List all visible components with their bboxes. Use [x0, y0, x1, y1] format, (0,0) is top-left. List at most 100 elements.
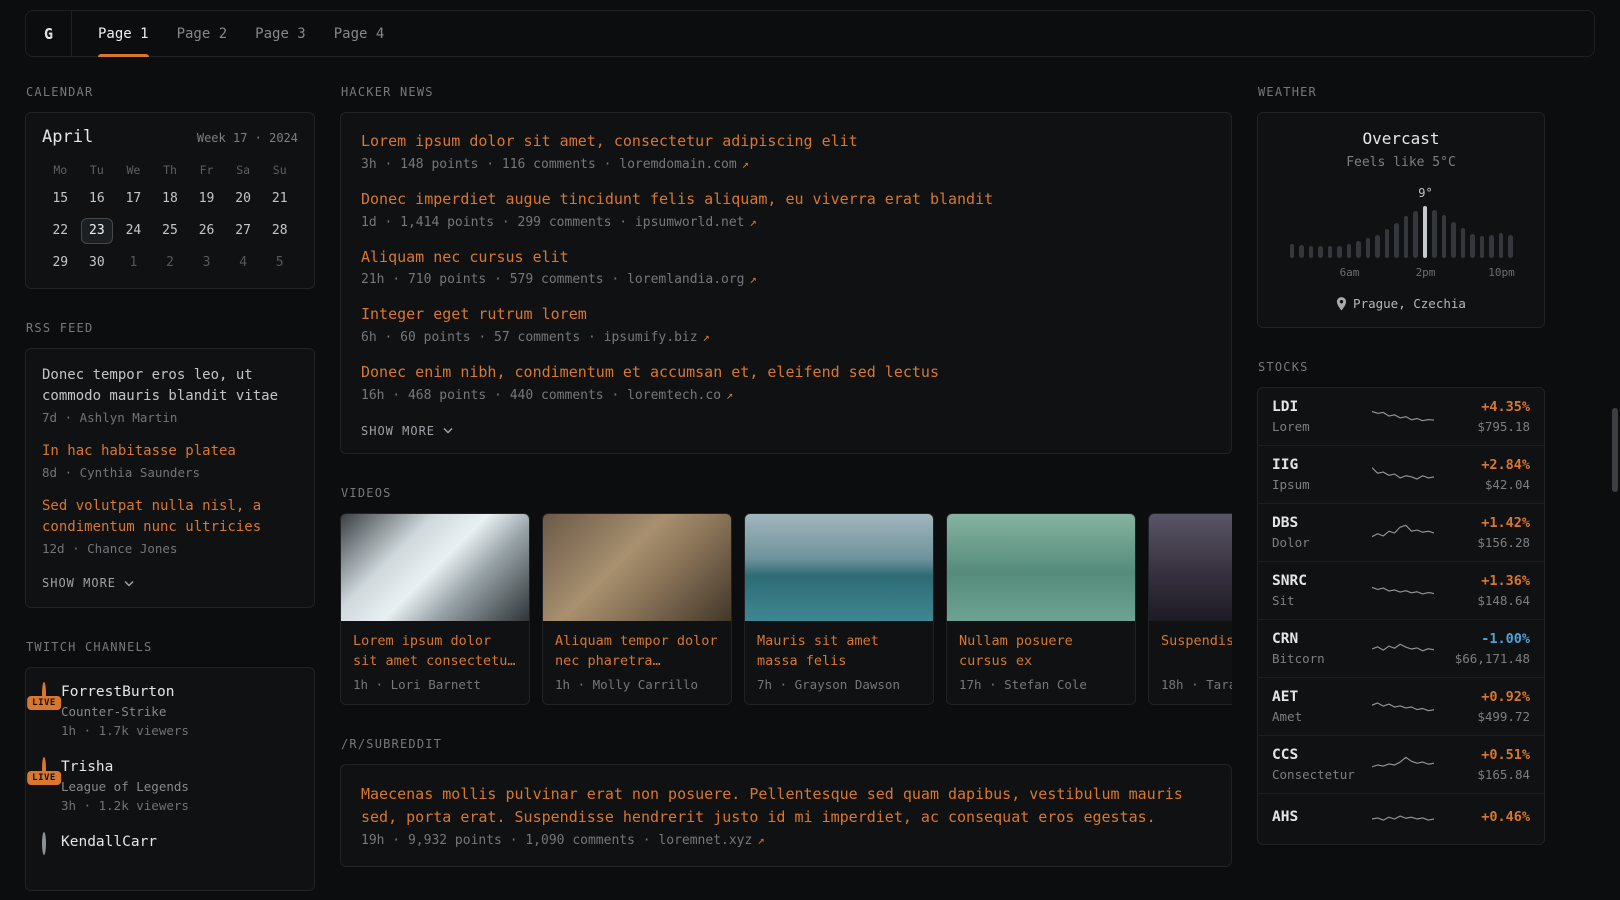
twitch-channel-row[interactable]: LIVE Trisha League of Legends 3h · 1.2k … — [42, 759, 298, 813]
twitch-channel-row[interactable]: LIVE ForrestBurton Counter-Strike 1h · 1… — [42, 684, 298, 738]
channel-meta: 1h · 1.7k viewers — [61, 723, 189, 738]
rss-item-title[interactable]: Donec tempor eros leo, ut commodo mauris… — [42, 365, 298, 407]
stock-row[interactable]: CCS Consectetur +0.51% $165.84 — [1258, 735, 1544, 793]
hn-item-title[interactable]: Aliquam nec cursus elit — [361, 247, 1211, 269]
subreddit-post-meta: 19h · 9,932 points · 1,090 comments · lo… — [361, 833, 1211, 848]
video-card[interactable]: Lorem ipsum dolor sit amet consectetu… 1… — [340, 513, 530, 705]
video-thumbnail[interactable] — [745, 514, 933, 621]
calendar-date: 19 — [188, 186, 225, 212]
external-link-icon[interactable]: ↗ — [742, 157, 749, 171]
stock-values: +0.51% $165.84 — [1442, 747, 1530, 782]
calendar-date: 17 — [115, 186, 152, 212]
calendar-date-today: 23 — [81, 218, 113, 244]
calendar-date: 28 — [261, 218, 298, 244]
hn-item-title[interactable]: Donec enim nibh, condimentum et accumsan… — [361, 362, 1211, 384]
hn-item-meta-text: 3h · 148 points · 116 comments · loremdo… — [361, 157, 737, 172]
stock-row[interactable]: SNRC Sit +1.36% $148.64 — [1258, 561, 1544, 619]
channel-category: League of Legends — [61, 779, 189, 794]
stock-change: +1.42% — [1442, 515, 1530, 531]
stocks-widget: LDI Lorem +4.35% $795.18 IIG Ipsum +2.84… — [1257, 387, 1545, 845]
stock-row[interactable]: LDI Lorem +4.35% $795.18 — [1258, 388, 1544, 445]
stock-sparkline — [1372, 805, 1434, 833]
weather-bar — [1508, 235, 1513, 258]
rss-show-more-label: SHOW MORE — [42, 576, 116, 590]
stock-change: +2.84% — [1442, 457, 1530, 473]
tab-page-1[interactable]: Page 1 — [98, 11, 149, 56]
subreddit-widget: Maecenas mollis pulvinar erat non posuer… — [340, 764, 1232, 868]
video-card[interactable]: Nullam posuere cursus ex 17h · Stefan Co… — [946, 513, 1136, 705]
stock-change: -1.00% — [1442, 631, 1530, 647]
external-link-icon[interactable]: ↗ — [757, 833, 764, 847]
weather-time-label: 6am — [1340, 266, 1360, 279]
external-link-icon[interactable]: ↗ — [750, 272, 757, 286]
channel-name: KendallCarr — [61, 834, 157, 850]
stock-sparkline — [1372, 577, 1434, 605]
video-card[interactable]: Aliquam tempor dolor nec pharetra… 1h · … — [542, 513, 732, 705]
twitch-avatar-wrap: LIVE — [42, 684, 46, 703]
stock-price: $165.84 — [1442, 767, 1530, 782]
hn-item-meta: 1d · 1,414 points · 299 comments · ipsum… — [361, 215, 1211, 230]
stock-row[interactable]: IIG Ipsum +2.84% $42.04 — [1258, 445, 1544, 503]
video-card[interactable]: Suspendisse diam 18h · Tara — [1148, 513, 1232, 705]
stock-values: +4.35% $795.18 — [1442, 399, 1530, 434]
video-thumbnail[interactable] — [543, 514, 731, 621]
rss-item-meta: 8d · Cynthia Saunders — [42, 465, 298, 480]
video-card[interactable]: Mauris sit amet massa felis 7h · Grayson… — [744, 513, 934, 705]
weather-bar — [1442, 215, 1447, 258]
tab-page-3[interactable]: Page 3 — [255, 11, 306, 56]
tab-page-4[interactable]: Page 4 — [334, 11, 385, 56]
rss-item-title[interactable]: Sed volutpat nulla nisl, a condimentum n… — [42, 496, 298, 538]
video-meta: 17h · Stefan Cole — [947, 671, 1135, 704]
tab-page-2[interactable]: Page 2 — [177, 11, 228, 56]
live-badge: LIVE — [27, 696, 61, 710]
stock-ticker: LDI — [1272, 399, 1364, 415]
weather-bar — [1328, 246, 1333, 258]
scrollbar-thumb[interactable] — [1612, 408, 1618, 492]
calendar-date: 24 — [115, 218, 152, 244]
rss-item-meta: 12d · Chance Jones — [42, 541, 298, 556]
external-link-icon[interactable]: ↗ — [726, 388, 733, 402]
calendar-section-title: CALENDAR — [26, 85, 315, 99]
subreddit-post-title[interactable]: Maecenas mollis pulvinar erat non posuer… — [361, 783, 1211, 830]
subreddit-post-meta-text: 19h · 9,932 points · 1,090 comments · lo… — [361, 833, 752, 848]
twitch-channel-info: Trisha League of Legends 3h · 1.2k viewe… — [61, 759, 189, 813]
stock-row[interactable]: DBS Dolor +1.42% $156.28 — [1258, 503, 1544, 561]
hn-item-title[interactable]: Donec imperdiet augue tincidunt felis al… — [361, 189, 1211, 211]
stock-ticker: DBS — [1272, 515, 1364, 531]
hn-item-title[interactable]: Lorem ipsum dolor sit amet, consectetur … — [361, 131, 1211, 153]
video-title: Suspendisse diam — [1149, 621, 1232, 671]
external-link-icon[interactable]: ↗ — [703, 330, 710, 344]
calendar-day-label: Su — [261, 160, 298, 180]
video-thumbnail[interactable] — [341, 514, 529, 621]
video-title: Nullam posuere cursus ex — [947, 621, 1135, 671]
stock-row[interactable]: AHS +0.46% — [1258, 793, 1544, 844]
video-thumbnail[interactable] — [1149, 514, 1232, 621]
videos-section-title: VIDEOS — [341, 486, 1232, 500]
stock-values: -1.00% $66,171.48 — [1442, 631, 1530, 666]
twitch-channel-row[interactable]: KendallCarr — [42, 834, 298, 853]
rss-show-more-button[interactable]: SHOW MORE — [42, 576, 134, 590]
video-thumbnail[interactable] — [947, 514, 1135, 621]
calendar-day-label: Th — [152, 160, 189, 180]
weather-location-text: Prague, Czechia — [1353, 296, 1466, 311]
hn-item: Donec imperdiet augue tincidunt felis al… — [361, 189, 1211, 230]
stock-row[interactable]: CRN Bitcorn -1.00% $66,171.48 — [1258, 619, 1544, 677]
stock-row[interactable]: AET Amet +0.92% $499.72 — [1258, 677, 1544, 735]
left-column: CALENDAR April Week 17 · 2024 Mo Tu We T… — [25, 85, 315, 891]
page-scrollbar — [1612, 10, 1618, 900]
weather-bar — [1499, 233, 1504, 258]
external-link-icon[interactable]: ↗ — [750, 215, 757, 229]
weather-bar — [1432, 210, 1437, 258]
hn-show-more-label: SHOW MORE — [361, 424, 435, 438]
twitch-section-title: TWITCH CHANNELS — [26, 640, 315, 654]
twitch-avatar-wrap: LIVE — [42, 759, 46, 778]
weather-bar — [1356, 241, 1361, 258]
chevron-down-icon — [443, 427, 453, 434]
hn-item-meta-text: 6h · 60 points · 57 comments · ipsumify.… — [361, 330, 698, 345]
stock-id: IIG Ipsum — [1272, 457, 1364, 492]
hn-item: Integer eget rutrum lorem 6h · 60 points… — [361, 304, 1211, 345]
hn-item-title[interactable]: Integer eget rutrum lorem — [361, 304, 1211, 326]
rss-item-title[interactable]: In hac habitasse platea — [42, 441, 298, 462]
hn-show-more-button[interactable]: SHOW MORE — [361, 424, 453, 438]
hn-item-meta: 3h · 148 points · 116 comments · loremdo… — [361, 157, 1211, 172]
